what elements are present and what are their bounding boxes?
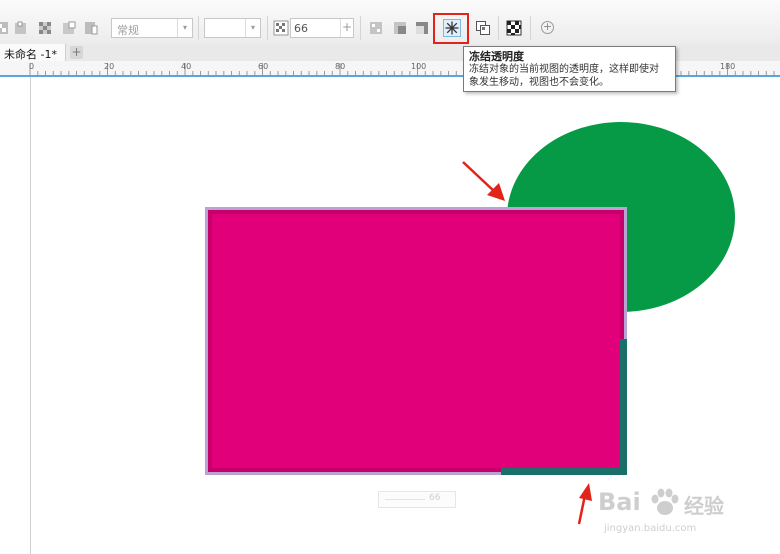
copy-transparency-icon[interactable] [475,20,491,36]
vertical-ruler[interactable] [0,77,31,554]
chevron-down-icon: ▾ [245,19,260,37]
bitmap-transparency-icon[interactable] [61,20,77,36]
slider-track[interactable] [385,499,425,500]
ruler-label: 100 [411,62,427,71]
paw-icon [651,488,679,515]
drawing-canvas[interactable] [31,77,780,554]
toolbar-separator [198,16,199,40]
color-select[interactable]: ▾ [204,18,261,38]
toolbar-separator [498,16,499,40]
tab-label: 未命名 -1* [4,48,57,61]
snowflake-icon [445,21,459,35]
ruler-label: 0 [29,62,35,71]
new-tab-button[interactable]: + [70,46,83,59]
transparency-input[interactable]: 66 + [290,18,354,38]
ruler-label: 40 [181,62,192,71]
ruler-label: 180 [720,62,736,71]
watermark-url: jingyan.baidu.com [604,523,697,534]
property-bar: 常规 ▾ ▾ 66 + + [0,0,780,45]
transparency-value: 66 [294,22,308,35]
slider-value: 66 [429,493,441,503]
add-button[interactable]: + [541,21,554,34]
freeze-transparency-button[interactable] [443,19,461,37]
ruler-label: 20 [104,62,115,71]
uniform-transparency-icon[interactable] [13,20,29,36]
ruler-label: 80 [335,62,346,71]
overlap-edge [501,468,627,475]
tooltip-body-line: 象发生移动，视图也不会变化。 [469,77,609,88]
transparency-checker-icon [273,20,289,36]
blend-mode-value: 常规 [117,24,139,37]
tooltip-body-line: 冻结对象的当前视图的透明度，这样即使对 [469,64,659,75]
transparency-type-icon[interactable] [0,20,10,36]
ruler-label: 60 [258,62,269,71]
texture-transparency-icon[interactable] [83,20,99,36]
annotation-arrow [462,161,505,201]
chevron-down-icon: ▾ [177,19,192,37]
transparency-slider[interactable]: 66 [378,491,456,508]
pink-rectangle[interactable] [212,214,620,468]
freeze-transparency-tooltip: 冻结透明度 冻结对象的当前视图的透明度，这样即使对 象发生移动，视图也不会变化。 [463,46,676,92]
tooltip-title: 冻结透明度 [469,50,524,63]
blend-mode-select[interactable]: 常规 ▾ [111,18,193,38]
outline-transparency-icon[interactable] [392,20,408,36]
toolbar-separator [267,16,268,40]
pattern-transparency-icon[interactable] [37,20,53,36]
toolbar-separator [360,16,361,40]
clear-transparency-icon[interactable] [506,20,522,36]
fill-transparency-icon[interactable] [368,20,384,36]
watermark-brand: Bai [598,488,641,516]
tab-document[interactable]: 未命名 -1* [0,44,66,61]
baidu-watermark: Bai 经验 jingyan.baidu.com [596,486,746,542]
increment-icon[interactable]: + [340,19,353,37]
all-transparency-icon[interactable] [414,20,430,36]
annotation-arrow [577,483,592,525]
toolbar-separator [530,16,531,40]
overlap-edge [620,339,627,475]
watermark-suffix: 经验 [684,494,724,518]
